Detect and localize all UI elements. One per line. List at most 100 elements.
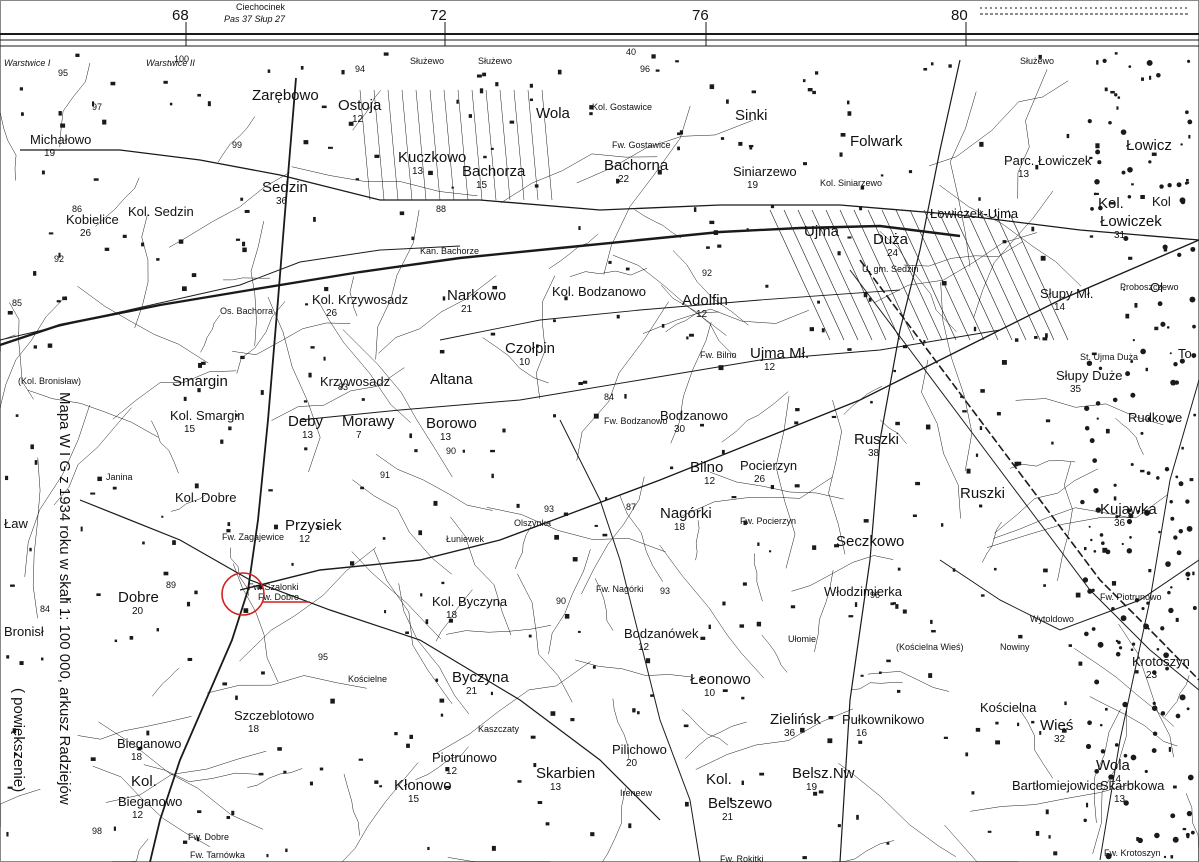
contour-line [576,301,669,461]
building-dot [721,449,725,454]
building-dot [33,271,37,276]
building-dot [582,380,588,384]
building-dot [553,319,556,323]
building-dot [62,296,68,301]
building-dot [593,413,599,419]
forest-dot [1125,371,1131,377]
forest-dot [1156,72,1161,78]
building-dot [411,236,415,241]
building-dot [632,708,636,713]
building-dot [880,174,884,177]
spot-height: 96 [640,64,650,74]
place-name: Słupy Duże [1056,368,1122,383]
forest-dot [1152,731,1158,736]
place-number: 15 [184,424,196,435]
small-map-label: Olszynka [514,518,551,528]
contour-line [250,221,265,346]
building-dot [509,120,515,124]
small-map-label: U. gm. Sedzin [862,264,919,274]
building-dot [637,711,640,715]
building-dot [839,152,843,157]
building-dot [406,743,410,748]
small-map-label: Fw. Dobre [188,832,229,842]
building-dot [731,496,737,499]
building-dot [156,628,160,632]
forest-dot [1127,166,1133,173]
forest-dot [1185,110,1189,115]
building-dot [1068,644,1073,647]
forest-dot [1099,723,1103,727]
forest-dot [1088,525,1091,528]
building-dot [1014,338,1019,342]
building-dot [482,72,487,77]
building-dot [553,414,556,418]
place-name: Duża [873,231,909,248]
forest-dot [1174,380,1180,385]
building-dot [360,486,365,490]
small-map-label: Janina [106,472,133,482]
building-dot [490,147,494,150]
building-dot [60,123,66,128]
small-map-label: Kan. Bachorze [420,246,479,256]
building-dot [770,485,775,490]
spot-height: 86 [72,204,82,214]
building-dot [756,621,762,627]
place-name: Kol. Byczyna [432,594,508,609]
place-number: 12 [446,766,458,777]
building-dot [684,801,689,807]
building-dot [848,615,854,618]
contour-line [232,322,351,355]
building-dot [827,738,833,744]
place-name: Folwark [850,133,903,150]
building-dot [995,740,1001,745]
building-dot [1175,617,1179,622]
topographic-map: Kol. SedzinSedzin36Michałowo19Kobielice2… [0,0,1199,862]
contour-line [685,721,747,760]
contour-line [0,788,41,827]
place-number: 15 [476,180,488,191]
building-dot [818,790,824,794]
building-dot [557,69,562,75]
forest-dot [1186,810,1193,817]
building-dot [1078,661,1083,666]
building-dot [592,665,596,669]
small-map-label: Łuniewek [446,534,485,544]
building-dot [428,170,433,176]
building-dot [993,567,997,571]
place-number: 12 [764,362,776,373]
building-dot [330,698,335,704]
forest-dot [1087,588,1093,594]
spot-height: 90 [556,596,566,606]
building-dot [104,247,110,251]
building-dot [675,60,679,63]
building-dot [1134,302,1138,308]
building-dot [5,475,9,481]
place-number: 10 [519,357,531,368]
forest-dot [1169,352,1172,355]
building-dot [995,721,999,725]
building-dot [1111,581,1117,586]
contour-line [0,113,17,181]
building-dot [1188,134,1191,139]
forest-dot [1193,413,1197,417]
forest-dot [1151,748,1157,754]
building-dot [908,170,913,174]
contour-line [207,675,367,694]
building-dot [141,242,145,247]
building-dot [374,780,379,784]
building-dot [962,410,967,413]
building-dot [483,155,487,159]
building-dot [661,324,665,328]
place-number: 16 [856,728,868,739]
building-dot [1035,830,1040,836]
field-strip-north [443,89,455,201]
building-dot [534,184,539,188]
building-dot [1131,183,1134,186]
building-dot [420,593,423,597]
forest-dot [1141,606,1145,611]
forest-dot [1187,59,1191,63]
forest-dot [1185,499,1190,504]
building-dot [952,568,956,572]
forest-dot [1105,549,1111,555]
building-dot [1148,568,1152,573]
